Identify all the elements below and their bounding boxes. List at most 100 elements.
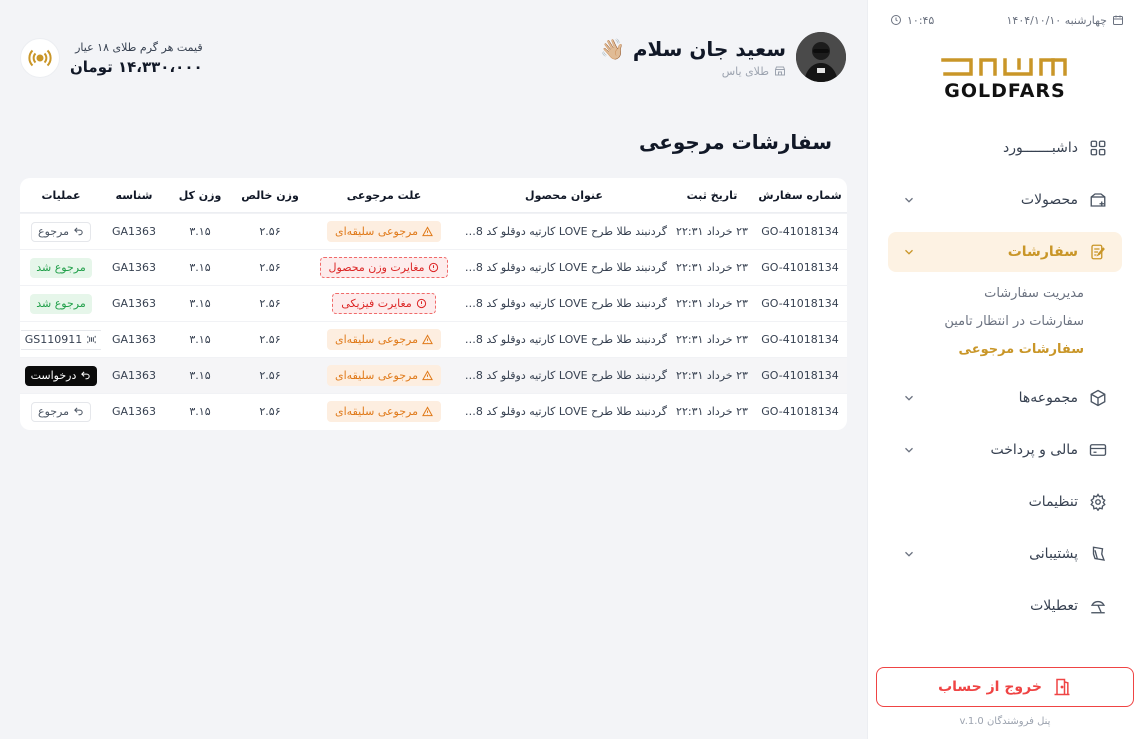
chevron-down-icon[interactable] — [902, 391, 916, 405]
reason-text: مرجوعی سلیقه‌ای — [335, 333, 418, 346]
goldfars-logo-icon: GOLDFARS — [941, 58, 1067, 100]
brand-logo[interactable]: GOLDFARS — [868, 52, 1142, 102]
nav-item-products[interactable]: محصولات — [888, 180, 1122, 220]
barcode-icon — [87, 335, 96, 344]
cell-net-weight: ۲.۵۶ — [259, 261, 281, 274]
chevron-down-icon[interactable] — [902, 193, 916, 207]
cell-id: GA1363 — [111, 369, 157, 382]
chevron-down-icon[interactable] — [902, 443, 916, 457]
cell-order: GO-41018134 — [761, 225, 839, 238]
nav-item-finance[interactable]: مالی و پرداخت — [888, 430, 1122, 470]
logout-button[interactable]: خروج از حساب — [876, 667, 1134, 707]
cell-reason: مرجوعی سلیقه‌ای — [307, 329, 461, 350]
subnav-item-pending-orders[interactable]: سفارشات در انتظار تامین — [888, 308, 1084, 336]
shop-name-text: طلای یاس — [721, 64, 769, 78]
reason-text: مغایرت وزن محصول — [328, 261, 425, 274]
chevron-down-icon[interactable] — [902, 547, 916, 561]
return-button[interactable]: مرجوع — [31, 401, 92, 422]
reason-badge: مرجوعی سلیقه‌ای — [327, 329, 441, 350]
cell-date: ۲۳ خرداد ۲۲:۳۱ — [676, 297, 748, 310]
header-date: تاریخ ثبت — [686, 188, 738, 202]
table-row[interactable]: GO-41018134 ۲۳ خرداد ۲۲:۳۱ گردنبند طلا ط… — [20, 213, 847, 249]
nav-label: مالی و پرداخت — [990, 442, 1078, 458]
table-row[interactable]: GO-41018134 ۲۳ خرداد ۲۲:۳۱ گردنبند طلا ط… — [20, 393, 847, 429]
cell-net-weight: ۲.۵۶ — [259, 225, 281, 238]
reason-badge: مغایرت وزن محصول — [319, 257, 449, 278]
nav-item-settings[interactable]: تنظیمات — [888, 482, 1122, 522]
cell-order: GO-41018134 — [761, 333, 839, 346]
action-label: درخواست — [30, 369, 77, 382]
return-button[interactable]: مرجوع — [31, 221, 92, 242]
nav-item-holidays[interactable]: تعطیلات — [888, 586, 1122, 626]
calendar-icon — [1113, 15, 1123, 25]
table-row[interactable]: GO-41018134 ۲۳ خرداد ۲۲:۳۱ گردنبند طلا ط… — [20, 285, 847, 321]
table-row[interactable]: GO-41018134 ۲۳ خرداد ۲۲:۳۱ گردنبند طلا ط… — [20, 249, 847, 285]
user-profile: سعید جان سلام 👋🏼 طلای یاس — [600, 32, 846, 82]
nav-item-dashboard[interactable]: داشبـــــــورد — [888, 128, 1122, 168]
support-icon — [1088, 544, 1108, 564]
tracking-code-button[interactable]: GS110911 — [21, 329, 101, 350]
clock-icon — [891, 15, 901, 25]
date-display: چهارشنبه ۱۴۰۴/۱۰/۱۰ — [1007, 14, 1124, 27]
avatar[interactable] — [796, 32, 846, 82]
gold-price: قیمت هر گرم طلای ۱۸ عیار ۱۴،۳۳۰،۰۰۰ توما… — [20, 38, 203, 78]
header-net-weight: وزن خالص — [241, 188, 299, 202]
returned-status-badge: مرجوع شد — [30, 293, 92, 314]
nav-label: پشتیبانی — [1029, 546, 1078, 562]
reason-text: مرجوعی سلیقه‌ای — [335, 225, 418, 238]
table-row[interactable]: GO-41018134 ۲۳ خرداد ۲۲:۳۱ گردنبند طلا ط… — [20, 357, 847, 393]
orders-edit-icon — [1088, 242, 1108, 262]
subnav-item-returned-orders[interactable]: سفارشات مرجوعی — [888, 336, 1084, 364]
cell-reason: مرجوعی سلیقه‌ای — [307, 365, 461, 386]
warning-icon — [422, 370, 433, 381]
waving-hand-icon: 👋🏼 — [599, 36, 625, 61]
alert-circle-icon — [416, 298, 426, 309]
nav-item-orders[interactable]: سفارشات — [888, 232, 1122, 272]
user-text: سعید جان سلام 👋🏼 طلای یاس — [600, 37, 786, 78]
time-text: ۱۰:۴۵ — [907, 13, 935, 27]
cell-total-weight: ۳.۱۵ — [189, 369, 211, 382]
beach-icon — [1088, 596, 1108, 616]
nav-item-collections[interactable]: مجموعه‌ها — [888, 378, 1122, 418]
logout-label: خروج از حساب — [938, 679, 1042, 695]
cell-actions: مرجوع شد — [21, 257, 101, 278]
cell-actions: درخواست — [21, 365, 101, 386]
cell-total-weight: ۳.۱۵ — [189, 405, 211, 418]
reason-badge: مرجوعی سلیقه‌ای — [327, 221, 441, 242]
cell-title: گردنبند طلا طرح LOVE کارتیه دوقلو کد CN4… — [461, 261, 667, 274]
warning-icon — [422, 226, 433, 237]
nav-label: مجموعه‌ها — [1018, 390, 1078, 406]
cell-reason: مرجوعی سلیقه‌ای — [307, 221, 461, 242]
nav-item-support[interactable]: پشتیبانی — [888, 534, 1122, 574]
cube-icon — [1088, 388, 1108, 408]
reason-text: مرجوعی سلیقه‌ای — [335, 405, 418, 418]
nav-label: تعطیلات — [1030, 598, 1078, 614]
cell-id: GA1363 — [111, 297, 157, 310]
logo-wordmark: GOLDFARS — [944, 80, 1065, 100]
cell-id: GA1363 — [111, 405, 157, 418]
cell-order: GO-41018134 — [761, 261, 839, 274]
cell-reason: مغایرت وزن محصول — [307, 257, 461, 278]
cell-net-weight: ۲.۵۶ — [259, 369, 281, 382]
shop-name: طلای یاس — [722, 65, 786, 78]
table-row[interactable]: GO-41018134 ۲۳ خرداد ۲۲:۳۱ گردنبند طلا ط… — [20, 321, 847, 357]
cell-date: ۲۳ خرداد ۲۲:۳۱ — [676, 405, 748, 418]
cell-date: ۲۳ خرداد ۲۲:۳۱ — [676, 333, 748, 346]
cell-date: ۲۳ خرداد ۲۲:۳۱ — [676, 261, 748, 274]
gear-icon — [1088, 492, 1108, 512]
cell-title: گردنبند طلا طرح LOVE کارتیه دوقلو کد CN4… — [461, 225, 667, 238]
subnav-item-manage-orders[interactable]: مدیریت سفارشات — [888, 280, 1084, 308]
cell-net-weight: ۲.۵۶ — [259, 297, 281, 310]
returned-status-badge: مرجوع شد — [30, 257, 92, 278]
header-title: عنوان محصول — [525, 188, 603, 202]
reason-text: مرجوعی سلیقه‌ای — [335, 369, 418, 382]
request-button[interactable]: درخواست — [24, 365, 98, 386]
sidebar: چهارشنبه ۱۴۰۴/۱۰/۱۰ ۱۰:۴۵ GOLDFARS داشبـ — [867, 0, 1142, 739]
chevron-down-icon[interactable] — [902, 245, 916, 259]
header-total-weight: وزن کل — [178, 188, 222, 202]
store-icon — [775, 66, 785, 76]
reason-badge: مغایرت فیزیکی — [332, 293, 436, 314]
price-label: قیمت هر گرم طلای ۱۸ عیار — [75, 40, 203, 54]
nav-label: محصولات — [1020, 192, 1078, 208]
cell-order: GO-41018134 — [761, 405, 839, 418]
